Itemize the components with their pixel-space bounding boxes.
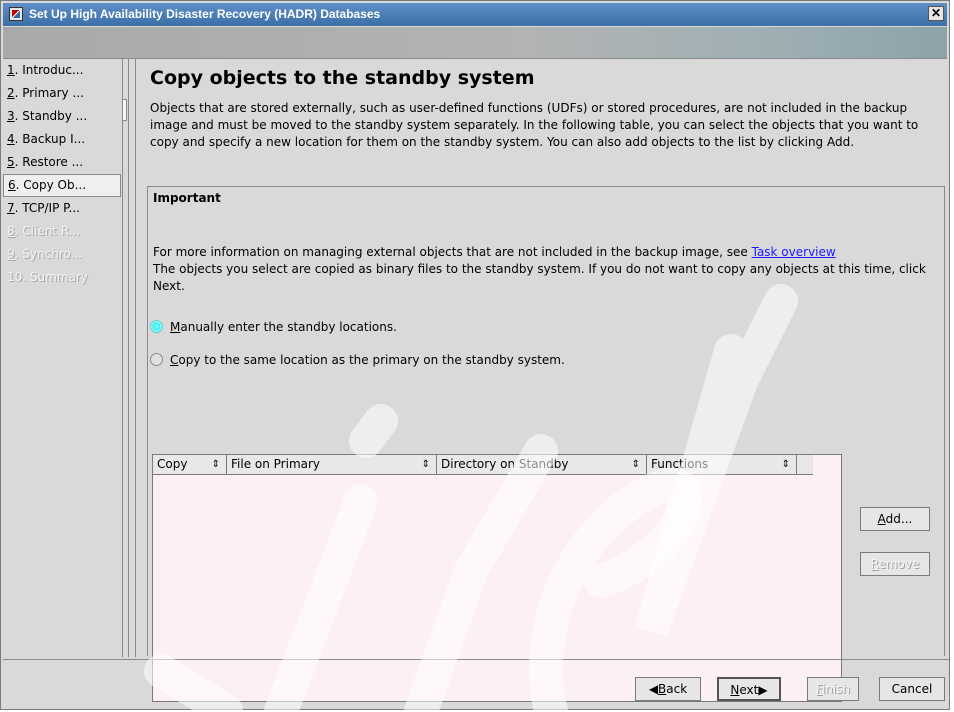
page-description: Objects that are stored externally, such… xyxy=(150,101,919,149)
pane-splitter[interactable] xyxy=(122,59,129,657)
step-7[interactable]: 7. TCP/IP P... xyxy=(3,197,121,220)
column-header-directory-on-standby[interactable]: Directory on Standby ⇕ xyxy=(437,455,647,474)
important-heading: Important xyxy=(153,191,221,205)
step-9: 9. Synchro... xyxy=(7,247,83,261)
next-arrow-icon: ▶ xyxy=(758,683,768,697)
remove-button: Remove xyxy=(860,552,930,576)
column-header-copy[interactable]: Copy ⇕ xyxy=(153,455,227,474)
back-button[interactable]: ◀Back xyxy=(635,677,701,701)
wizard-banner xyxy=(3,27,947,59)
objects-table[interactable]: Copy ⇕ File on Primary ⇕ Directory on Stan… xyxy=(152,454,842,702)
column-header-functions[interactable]: Functions ⇕ xyxy=(647,455,797,474)
table-header: Copy ⇕ File on Primary ⇕ Directory on Stan… xyxy=(153,455,813,475)
sort-icon: ⇕ xyxy=(421,459,430,470)
radio-unselected-indicator[interactable] xyxy=(150,353,163,366)
hadr-wizard-window: Set Up High Availability Disaster Recove… xyxy=(0,0,950,711)
important-section: Important For more information on managi… xyxy=(147,186,945,702)
radio-selected-indicator[interactable] xyxy=(150,320,163,333)
important-text-intro: For more information on managing externa… xyxy=(153,245,752,259)
db2-app-icon xyxy=(9,7,23,21)
step-8: 8. Client R... xyxy=(7,224,81,238)
step-3[interactable]: 3. Standby ... xyxy=(3,105,121,128)
window-title: Set Up High Availability Disaster Recove… xyxy=(29,7,381,21)
important-text-copy-info: The objects you select are copied as bin… xyxy=(153,262,926,293)
content-pane: Copy objects to the standby system Objec… xyxy=(135,59,948,702)
step-5[interactable]: 5. Restore ... xyxy=(3,151,121,174)
step-10: 10. Summary xyxy=(7,270,88,284)
add-button[interactable]: Add... xyxy=(860,507,930,531)
sort-icon: ⇕ xyxy=(781,459,790,470)
footer-separator xyxy=(3,659,949,660)
close-button[interactable]: ✕ xyxy=(928,6,944,21)
step-navigator: 1. Introduc... 2. Primary ... 3. Standby… xyxy=(3,59,121,659)
next-button[interactable]: Next▶ xyxy=(717,677,781,701)
step-6-current[interactable]: 6. Copy Ob... xyxy=(3,174,121,197)
step-2[interactable]: 2. Primary ... xyxy=(3,82,121,105)
important-text: For more information on managing externa… xyxy=(153,244,943,295)
sort-icon: ⇕ xyxy=(631,459,640,470)
radio-same-location[interactable]: Copy to the same location as the primary… xyxy=(150,350,565,370)
splitter-grip[interactable] xyxy=(122,99,127,121)
column-header-file-on-primary[interactable]: File on Primary ⇕ xyxy=(227,455,437,474)
task-overview-link[interactable]: Task overview xyxy=(752,245,836,259)
radio-manual-locations[interactable]: Manually enter the standby locations. xyxy=(150,317,397,337)
finish-button: Finish xyxy=(807,677,859,701)
cancel-button[interactable]: Cancel xyxy=(879,677,945,701)
step-4[interactable]: 4. Backup I... xyxy=(3,128,121,151)
sort-icon: ⇕ xyxy=(211,459,220,470)
page-title: Copy objects to the standby system xyxy=(150,67,535,89)
step-1[interactable]: 1. Introduc... xyxy=(3,59,121,82)
title-bar: Set Up High Availability Disaster Recove… xyxy=(3,3,947,26)
back-arrow-icon: ◀ xyxy=(648,682,659,696)
